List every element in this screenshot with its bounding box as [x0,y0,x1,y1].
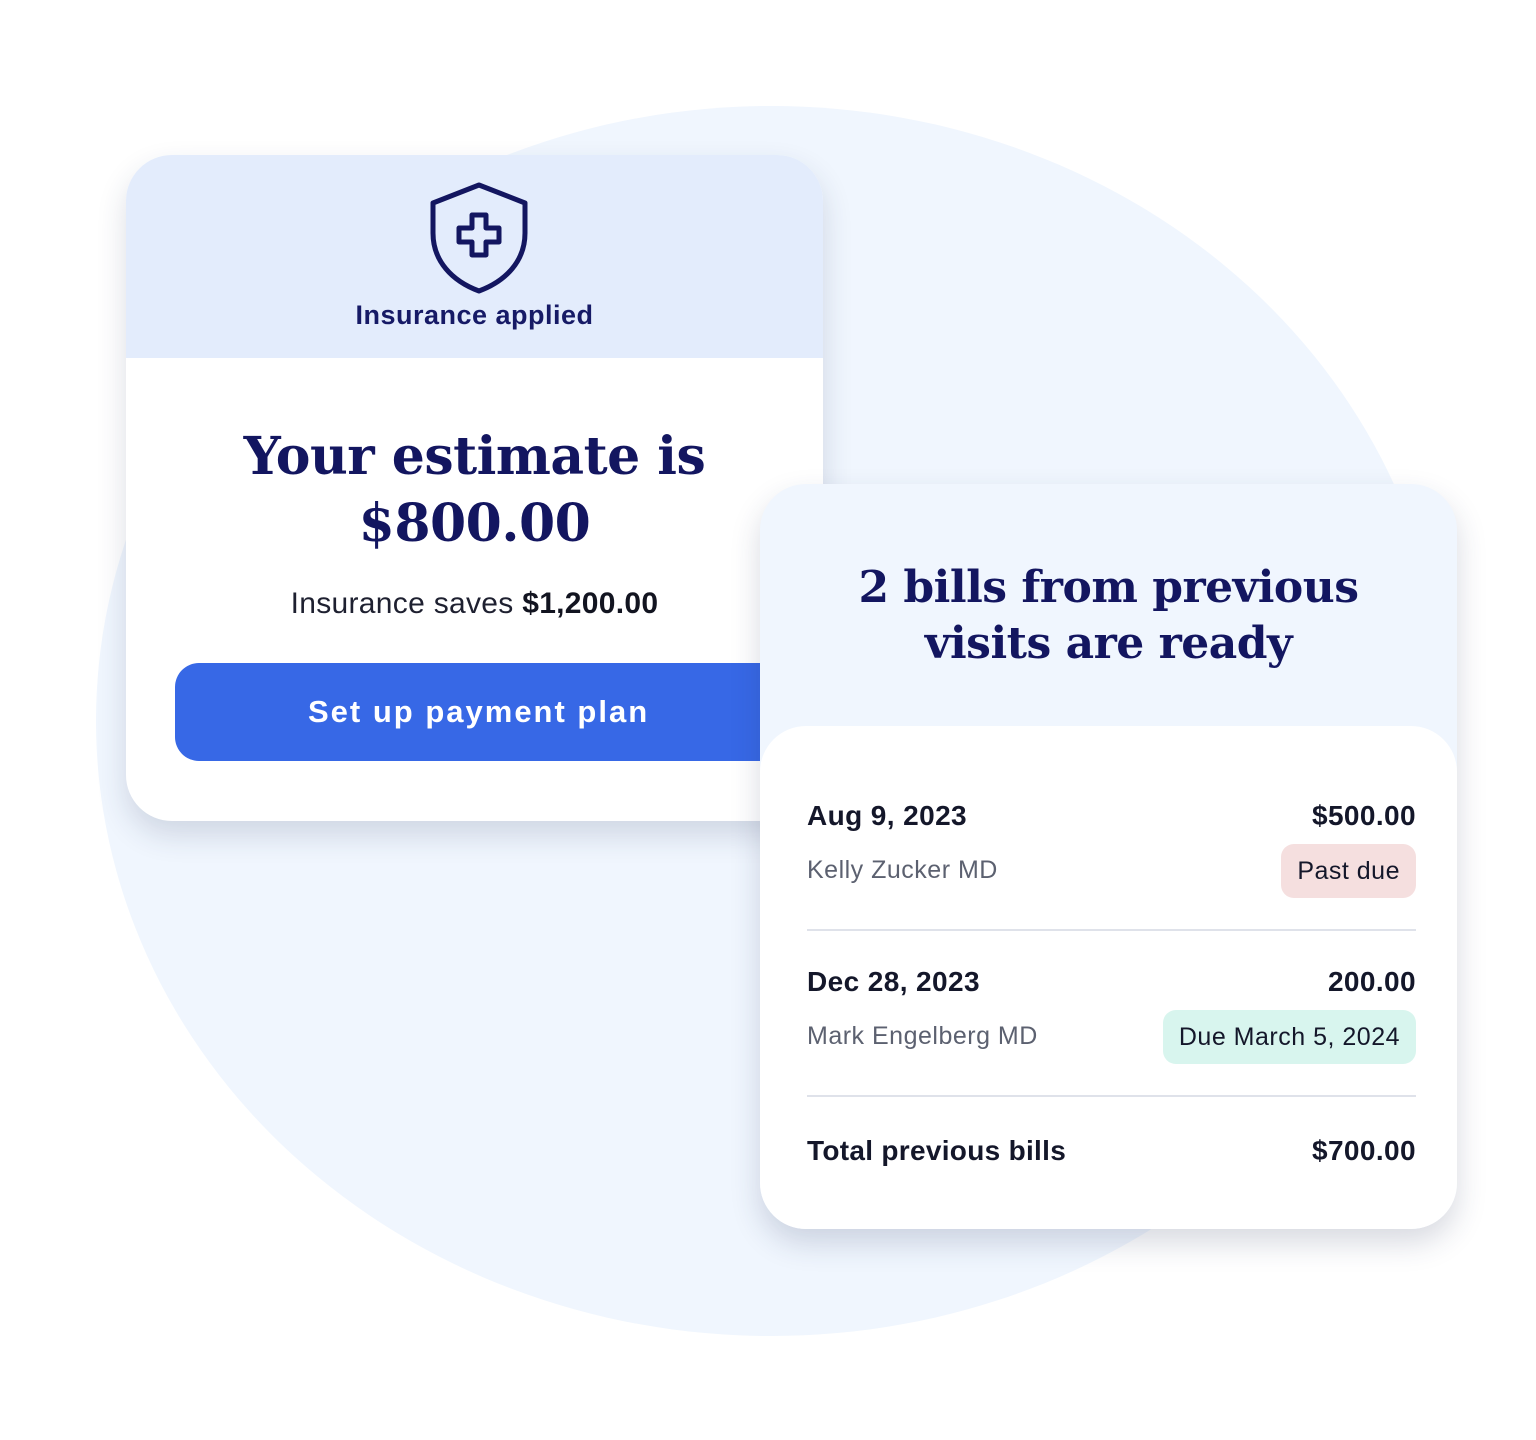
divider [807,929,1416,931]
bills-title-line2: visits are ready [924,618,1293,669]
total-amount: $700.00 [1311,1135,1416,1166]
bill-amount: 200.00 [1327,966,1416,997]
estimate-title-line1: Your estimate is [243,426,706,487]
previous-bills-card: 2 bills from previous visits are ready A… [760,484,1457,1229]
bills-title-line1: 2 bills from previous [858,562,1359,613]
bill-provider: Mark Engelberg MD [807,1022,1038,1050]
due-date-badge: Due March 5, 2024 [1162,1010,1416,1064]
divider [807,1095,1416,1097]
bill-date: Aug 9, 2023 [807,800,968,831]
estimate-amount: $800.00 [358,493,591,554]
bill-provider: Kelly Zucker MD [807,856,998,884]
bills-title: 2 bills from previous visits are ready [760,560,1457,672]
savings-amount: $1,200.00 [522,587,659,620]
estimate-title: Your estimate is $800.00 [126,423,823,557]
total-label: Total previous bills [807,1135,1067,1166]
insurance-header: Insurance applied [126,155,823,358]
insurance-savings: Insurance saves $1,200.00 [126,587,823,621]
savings-label: Insurance saves [290,587,514,620]
setup-payment-plan-button[interactable]: Set up payment plan [175,663,815,761]
shield-plus-icon [430,182,528,294]
insurance-applied-label: Insurance applied [355,300,594,330]
past-due-badge: Past due [1281,844,1416,898]
bills-list: Aug 9, 2023 $500.00 Kelly Zucker MD Past… [760,726,1457,1229]
bill-date: Dec 28, 2023 [807,966,980,997]
bill-amount: $500.00 [1311,800,1416,831]
